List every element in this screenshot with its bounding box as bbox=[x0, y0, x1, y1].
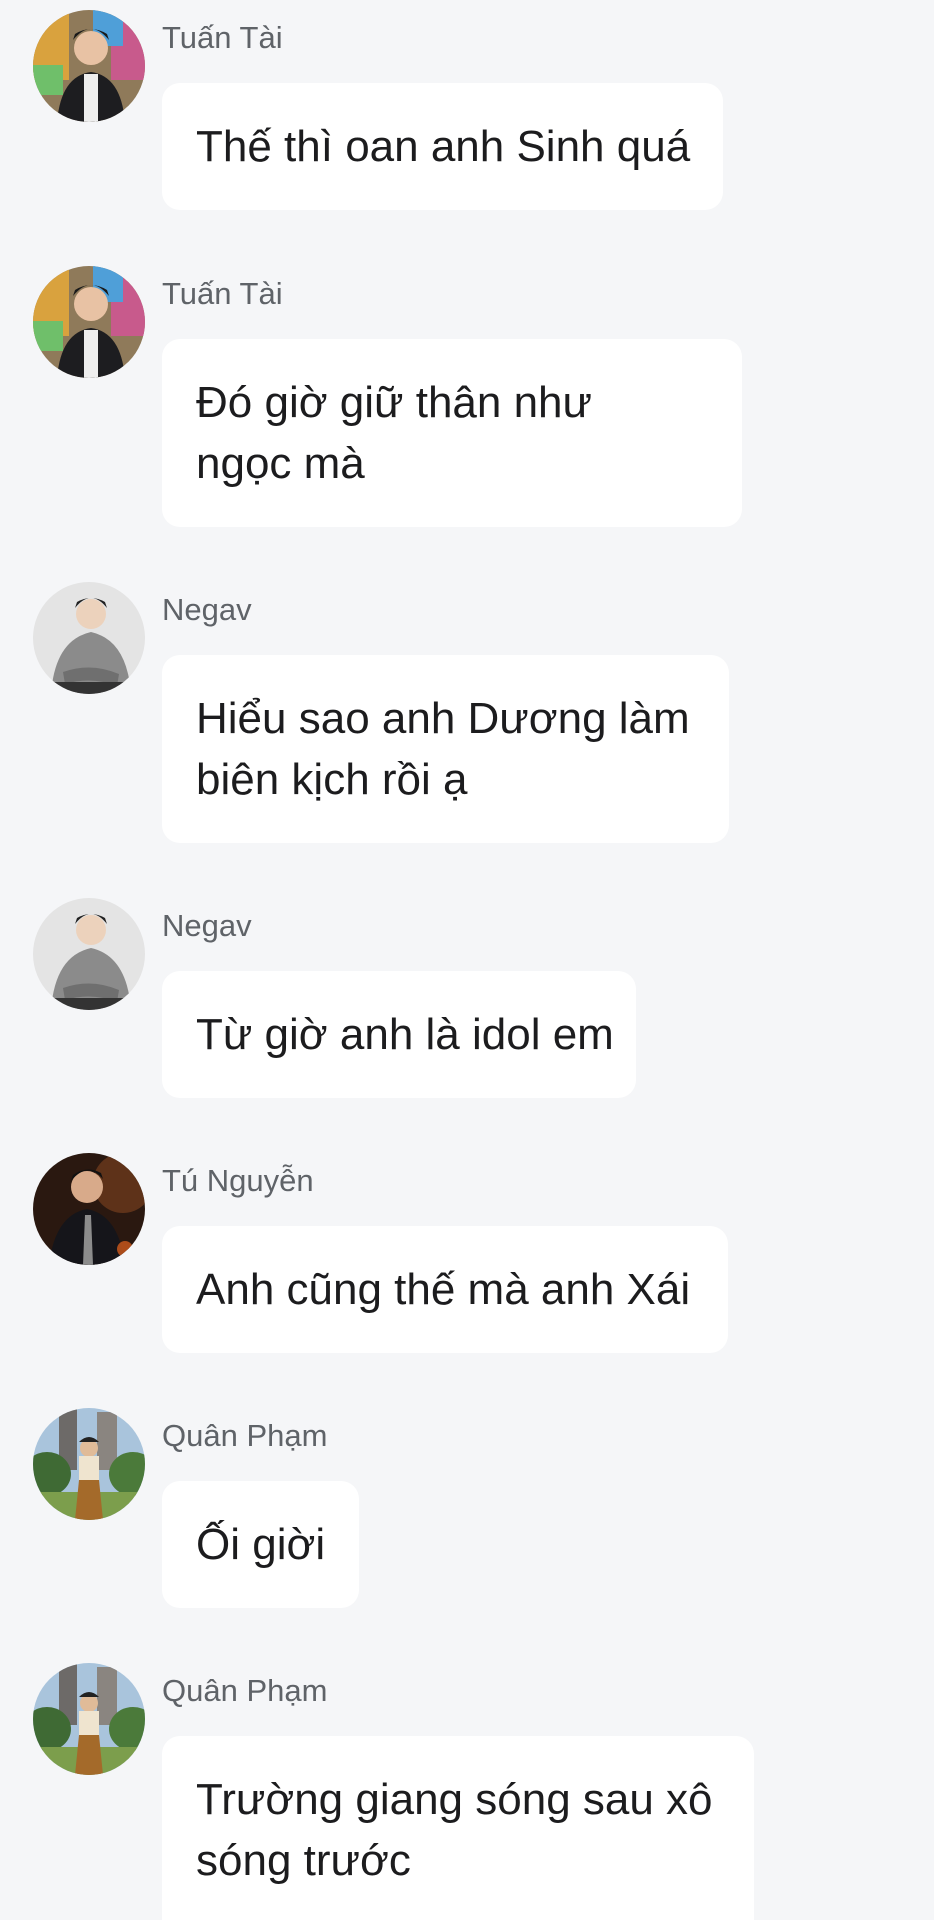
message-text: sóng trước bbox=[196, 1836, 411, 1885]
sender-name: Negav bbox=[162, 592, 252, 627]
sender-name: Tuấn Tài bbox=[162, 20, 283, 55]
chat-message-list: Tuấn Tài Thế thì oan anh Sinh quá Tuấn T… bbox=[0, 0, 934, 1920]
message-bubble[interactable]: Trường giang sóng sau xô sóng trước bbox=[162, 1736, 754, 1920]
message-text: Anh cũng thế mà anh Xái bbox=[196, 1265, 691, 1314]
message-text: Đó giờ giữ thân như bbox=[196, 378, 592, 427]
sender-name: Negav bbox=[162, 908, 252, 943]
message-bubble[interactable]: Từ giờ anh là idol em bbox=[162, 971, 636, 1098]
message-text: Thế thì oan anh Sinh quá bbox=[196, 122, 691, 171]
avatar[interactable] bbox=[33, 898, 145, 1010]
message-bubble[interactable]: Hiểu sao anh Dương làm biên kịch rồi ạ bbox=[162, 655, 729, 843]
message-text: ngọc mà bbox=[196, 439, 365, 488]
avatar[interactable] bbox=[33, 10, 145, 122]
avatar[interactable] bbox=[33, 1663, 145, 1775]
avatar[interactable] bbox=[33, 1153, 145, 1265]
avatar[interactable] bbox=[33, 266, 145, 378]
sender-name: Quân Phạm bbox=[162, 1673, 328, 1708]
sender-name: Tú Nguyễn bbox=[162, 1163, 314, 1198]
message-bubble[interactable]: Ối giời bbox=[162, 1481, 359, 1608]
avatar[interactable] bbox=[33, 582, 145, 694]
message-bubble[interactable]: Anh cũng thế mà anh Xái bbox=[162, 1226, 728, 1353]
sender-name: Quân Phạm bbox=[162, 1418, 328, 1453]
message-text: Trường giang sóng sau xô bbox=[196, 1775, 713, 1824]
message-bubble[interactable]: Đó giờ giữ thân như ngọc mà bbox=[162, 339, 742, 527]
message-text: Hiểu sao anh Dương làm bbox=[196, 694, 690, 743]
avatar[interactable] bbox=[33, 1408, 145, 1520]
message-text: Ối giời bbox=[196, 1520, 326, 1569]
sender-name: Tuấn Tài bbox=[162, 276, 283, 311]
message-text: Từ giờ anh là idol em bbox=[196, 1010, 614, 1059]
message-bubble[interactable]: Thế thì oan anh Sinh quá bbox=[162, 83, 723, 210]
message-text: biên kịch rồi ạ bbox=[196, 755, 468, 804]
